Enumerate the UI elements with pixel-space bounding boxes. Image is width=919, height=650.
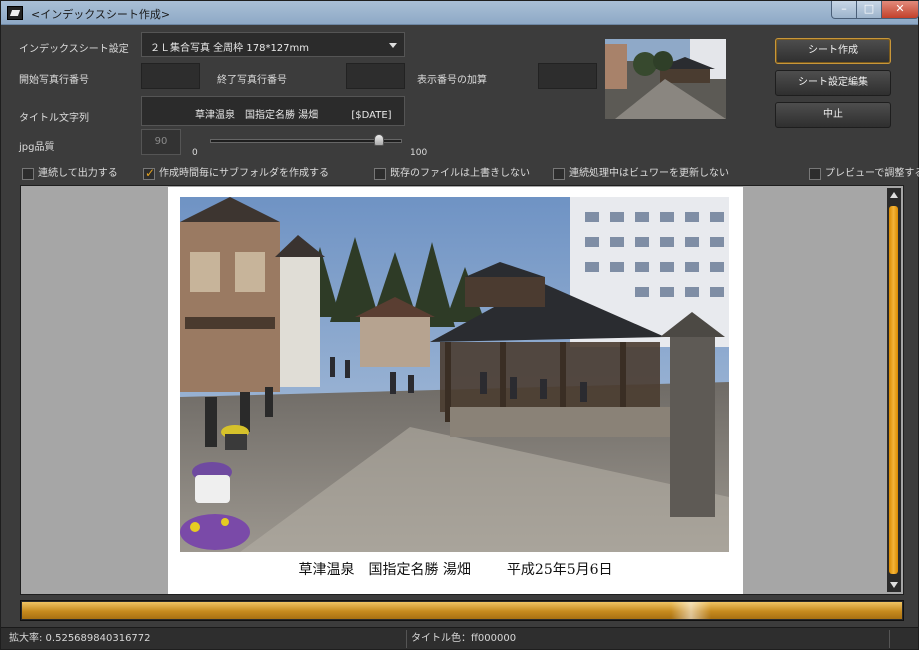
jpg-quality-label: jpg品質 <box>19 142 55 153</box>
preview-scrollbar[interactable] <box>887 188 901 592</box>
checkbox-adjust-in-preview[interactable]: プレビューで調整する <box>809 167 919 181</box>
scroll-up-icon[interactable] <box>890 192 898 198</box>
app-icon <box>7 6 23 20</box>
slider-max-label: 100 <box>410 148 428 158</box>
start-row-input[interactable] <box>141 63 200 89</box>
window-title: <インデックスシート作成> <box>31 8 171 21</box>
checkbox-box[interactable] <box>809 168 821 180</box>
checkbox-box[interactable] <box>143 166 155 180</box>
maximize-button[interactable]: □ <box>856 1 882 19</box>
end-row-input[interactable] <box>346 63 405 89</box>
checkbox-no-overwrite[interactable]: 既存のファイルは上書きしない <box>374 167 530 181</box>
caption-title: 草津温泉 国指定名勝 湯畑 <box>298 562 471 578</box>
preview-photo <box>180 197 729 552</box>
checkbox-box[interactable] <box>553 168 565 180</box>
slider-min-label: 0 <box>192 148 198 158</box>
checkbox-label: 既存のファイルは上書きしない <box>390 168 530 179</box>
jpg-quality-input[interactable]: 90 <box>141 129 181 155</box>
display-offset-label: 表示番号の加算 <box>417 75 487 86</box>
index-sheet-preview: 草津温泉 国指定名勝 湯畑 平成25年5月6日 <box>168 187 743 594</box>
create-sheet-button[interactable]: シート作成 <box>775 38 891 64</box>
status-divider <box>406 630 407 648</box>
sheet-setting-label: インデックスシート設定 <box>19 44 129 55</box>
sheet-setting-dropdown[interactable]: ２Ｌ集合写真 全周枠 178*127mm <box>141 32 405 57</box>
sheet-setting-value: ２Ｌ集合写真 全周枠 178*127mm <box>150 43 310 54</box>
scroll-down-icon[interactable] <box>890 582 898 588</box>
photo-thumbnail <box>605 39 726 119</box>
checkbox-box[interactable] <box>374 168 386 180</box>
close-button[interactable]: ✕ <box>881 1 919 19</box>
status-divider <box>889 630 890 648</box>
edit-sheet-settings-button[interactable]: シート設定編集 <box>775 70 891 96</box>
caption-date: 平成25年5月6日 <box>506 562 613 578</box>
cancel-button[interactable]: 中止 <box>775 102 891 128</box>
status-bar: 拡大率: 0.525689840316772 タイトル色：ff000000 <box>1 627 918 649</box>
checkbox-label: 作成時間毎にサブフォルダを作成する <box>159 168 329 179</box>
checkbox-create-subfolder[interactable]: 作成時間毎にサブフォルダを作成する <box>143 166 329 181</box>
app-window: <インデックスシート作成> – □ ✕ インデックスシート設定 ２Ｌ集合写真 全… <box>0 0 919 650</box>
checkbox-box[interactable] <box>22 168 34 180</box>
title-string-label: タイトル文字列 <box>19 113 89 124</box>
checkbox-label: 連続して出力する <box>38 168 118 179</box>
zoom-status: 拡大率: 0.525689840316772 <box>9 633 151 644</box>
checkbox-no-viewer-update[interactable]: 連続処理中はビュワーを更新しない <box>553 167 729 181</box>
progress-shine <box>671 602 711 619</box>
checkbox-continuous-output[interactable]: 連続して出力する <box>22 167 118 181</box>
preview-area[interactable]: 草津温泉 国指定名勝 湯畑 平成25年5月6日 <box>20 185 904 595</box>
checkbox-label: 連続処理中はビュワーを更新しない <box>569 168 729 179</box>
preview-caption: 草津温泉 国指定名勝 湯畑 平成25年5月6日 <box>168 559 743 579</box>
chevron-down-icon <box>389 43 397 48</box>
progress-bar <box>20 600 904 621</box>
end-row-label: 終了写真行番号 <box>217 75 287 86</box>
title-bar[interactable]: <インデックスシート作成> – □ ✕ <box>1 1 919 25</box>
title-string-input[interactable]: 草津温泉 国指定名勝 湯畑 [$DATE] <box>141 96 405 126</box>
scrollbar-thumb[interactable] <box>889 206 898 574</box>
progress-fill <box>22 602 902 619</box>
checkbox-label: プレビューで調整する <box>825 168 919 179</box>
start-row-label: 開始写真行番号 <box>19 75 89 86</box>
title-color-status: タイトル色：ff000000 <box>411 633 517 644</box>
display-offset-input[interactable] <box>538 63 597 89</box>
slider-thumb[interactable] <box>373 134 384 146</box>
minimize-button[interactable]: – <box>831 1 857 19</box>
